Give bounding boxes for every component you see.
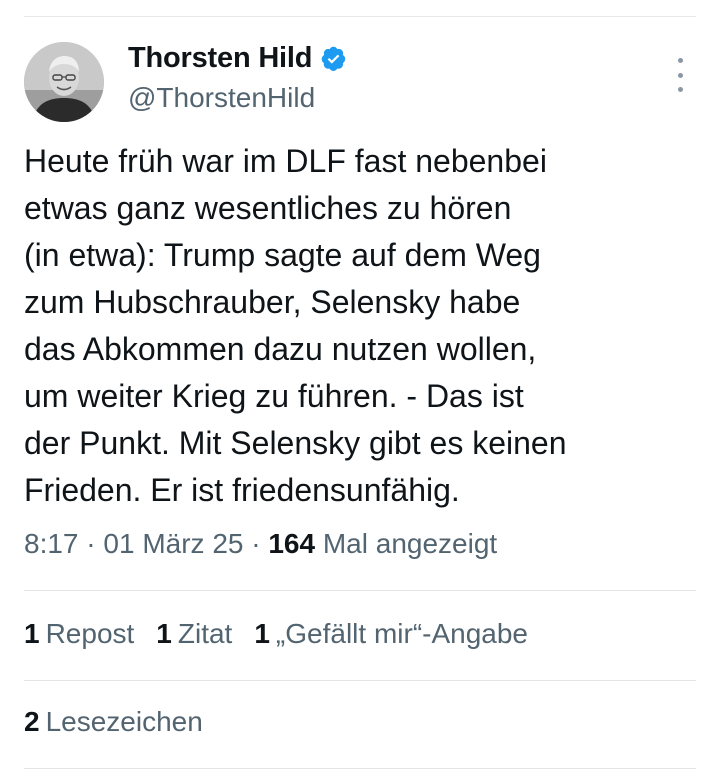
divider bbox=[24, 590, 696, 591]
views-count: 164 bbox=[268, 528, 316, 559]
bookmarks-stat[interactable]: 2 Lesezeichen bbox=[24, 706, 203, 738]
tweet-meta: 8:17 · 01 März 25 · 164 Mal angezeigt bbox=[24, 528, 497, 560]
meta-separator: · bbox=[86, 528, 96, 559]
author-name-row[interactable]: Thorsten Hild bbox=[128, 42, 347, 75]
likes-count: 1 bbox=[254, 618, 270, 649]
avatar-photo bbox=[24, 42, 104, 122]
reposts-label: Repost bbox=[45, 618, 135, 649]
top-divider bbox=[24, 16, 696, 17]
quotes-stat[interactable]: 1 Zitat bbox=[156, 618, 232, 650]
bookmarks-count: 2 bbox=[24, 706, 40, 737]
reposts-count: 1 bbox=[24, 618, 40, 649]
likes-label: „Gefällt mir“-Angabe bbox=[275, 618, 529, 649]
reposts-stat[interactable]: 1 Repost bbox=[24, 618, 134, 650]
tweet-date[interactable]: 01 März 25 bbox=[103, 528, 243, 560]
views-label: Mal angezeigt bbox=[322, 528, 498, 559]
avatar[interactable] bbox=[24, 42, 104, 122]
more-vertical-icon[interactable] bbox=[668, 58, 692, 92]
quotes-count: 1 bbox=[156, 618, 172, 649]
verified-badge-icon bbox=[321, 46, 346, 71]
meta-separator: · bbox=[251, 528, 261, 559]
engagement-stats: 1 Repost 1 Zitat 1 „Gefällt mir“-Angabe bbox=[24, 618, 550, 650]
tweet-text: Heute früh war im DLF fast nebenbei etwa… bbox=[24, 143, 567, 508]
likes-stat[interactable]: 1 „Gefällt mir“-Angabe bbox=[254, 618, 528, 650]
divider bbox=[24, 768, 696, 769]
quotes-label: Zitat bbox=[177, 618, 233, 649]
more-dot bbox=[677, 87, 683, 92]
bookmarks-label: Lesezeichen bbox=[45, 706, 203, 737]
more-dot bbox=[677, 72, 683, 78]
tweet-time[interactable]: 8:17 bbox=[24, 528, 79, 560]
divider bbox=[24, 680, 696, 681]
display-name[interactable]: Thorsten Hild bbox=[128, 42, 312, 75]
more-dot bbox=[677, 58, 683, 63]
handle[interactable]: @ThorstenHild bbox=[128, 82, 315, 114]
